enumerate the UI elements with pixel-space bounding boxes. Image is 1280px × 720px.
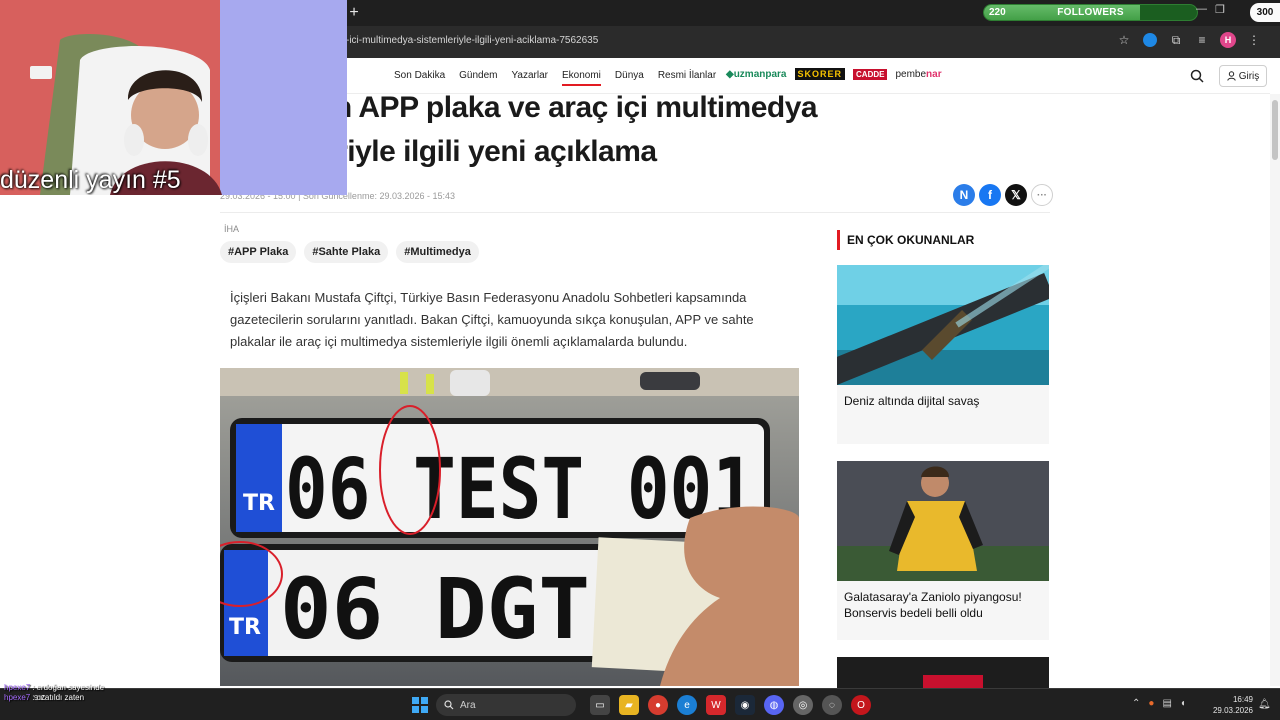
opera-icon[interactable]: O (851, 695, 871, 715)
brand-pembenar[interactable]: pembenar (895, 69, 941, 80)
clock-time: 16:49 (1232, 695, 1253, 704)
window-controls: — ❐ (1196, 3, 1225, 16)
tag-chip[interactable]: #APP Plaka (220, 241, 297, 263)
screen: + 220 FOLLOWERS — ❐ 300 -ici-multimedya-… (0, 0, 1280, 720)
sidebar-card[interactable] (837, 657, 1049, 688)
plate2-text: 06 DGT (280, 560, 590, 658)
nav-link[interactable]: Ekonomi (562, 70, 601, 86)
chrome-icon[interactable]: ● (648, 695, 668, 715)
system-tray: ⌃ ● ▤ ◖ (1132, 698, 1186, 709)
extension-blue-icon[interactable] (1142, 32, 1158, 48)
article-lead: İçişleri Bakanı Mustafa Çiftçi, Türkiye … (230, 290, 754, 349)
partner-brands: ◆uzmanpara SKORER CADDE pembenar (726, 68, 942, 80)
plate1-text: 06 TEST 001 (285, 440, 755, 538)
card-caption: Deniz altında dijital savaş (844, 394, 980, 408)
steam-icon[interactable]: ◉ (735, 695, 755, 715)
nav-link[interactable]: Gündem (459, 70, 497, 86)
google-news-icon[interactable]: N (953, 184, 975, 206)
share-buttons: N f 𝕏 ··· (953, 184, 1053, 206)
weather-temp: 9°C (34, 695, 46, 702)
task-view-icon[interactable]: ▭ (590, 695, 610, 715)
chat-username: hpexe7 (4, 693, 31, 702)
undersea-cable-image (837, 265, 1049, 385)
nav-link[interactable]: Yazarlar (512, 70, 549, 86)
new-tab-button[interactable]: + (346, 4, 362, 22)
nav-links: Son Dakika Gündem Yazarlar Ekonomi Dünya Resm… (394, 70, 716, 86)
login-button[interactable]: Giriş (1219, 65, 1267, 87)
search-icon[interactable] (1189, 68, 1205, 84)
obs-icon[interactable]: ◎ (793, 695, 813, 715)
stream-chat-overlay: hpexe7: erdoğan sayesinde hpexe7: uzatıldı … (4, 683, 104, 703)
browser-menu-icon[interactable]: ⋮ (1246, 32, 1262, 48)
sidebar-heading: EN ÇOK OKUNANLAR (837, 230, 974, 250)
brand-skorer[interactable]: SKORER (794, 68, 846, 80)
extensions-puzzle-icon[interactable]: ⧉ (1168, 32, 1184, 48)
chat-message: hpexe7: uzatıldı zaten (4, 693, 104, 703)
chat-username: hpexe7 (4, 683, 31, 692)
network-icon[interactable]: ▤ (1162, 698, 1171, 709)
article-source: İHA (224, 224, 240, 234)
app-icon[interactable]: ◌ (822, 695, 842, 715)
edge-icon[interactable]: e (677, 695, 697, 715)
brand-uzmanpara[interactable]: ◆uzmanpara (726, 69, 787, 80)
url-text[interactable]: -ici-multimedya-sistemleriyle-ilgili-yen… (346, 35, 598, 46)
brand-cadde[interactable]: CADDE (853, 68, 888, 80)
login-label: Giriş (1238, 70, 1260, 82)
card-image (837, 657, 1049, 688)
article-tags: #APP Plaka #Sahte Plaka #Multimedya (220, 241, 479, 263)
card-image (837, 265, 1049, 385)
windows-start-icon[interactable] (412, 697, 428, 713)
taskbar-apps: ▭ ▰ ● e W ◉ ◍ ◎ ◌ O (590, 695, 871, 715)
nav-link[interactable]: Resmi İlanlar (658, 70, 716, 86)
user-icon (1227, 71, 1236, 81)
file-explorer-icon[interactable]: ▰ (619, 695, 639, 715)
followers-goal-bar: 220 FOLLOWERS (983, 4, 1198, 21)
wps-office-icon[interactable]: W (706, 695, 726, 715)
chevron-up-icon[interactable]: ⌃ (1132, 698, 1140, 709)
webcam-overlay: düzenli yayın #5 (0, 0, 347, 195)
minimize-icon[interactable]: — (1196, 3, 1207, 16)
windows-taskbar: Ara ▭ ▰ ● e W ◉ ◍ ◎ ◌ O ⌃ ● ▤ ◖ 16:49 29… (0, 688, 1280, 720)
reading-list-icon[interactable]: ≡ (1194, 32, 1210, 48)
card-image (837, 461, 1049, 581)
taskbar-search[interactable]: Ara (436, 694, 576, 716)
card-caption: Galatasaray'a Zaniolo piyangosu! Bonserv… (844, 590, 1022, 620)
browser-toolbar: ☆ ⧉ ≡ H ⋮ (1116, 32, 1262, 48)
footballer-image (837, 461, 1049, 581)
article-photo: TR 06 TEST 001 TR 06 DGT (220, 368, 799, 686)
taskbar-clock[interactable]: 16:49 29.03.2026 (1209, 694, 1253, 716)
search-icon (444, 700, 454, 710)
license-plates-photo: TR 06 TEST 001 TR 06 DGT (220, 368, 799, 686)
plate2-country: TR (229, 615, 261, 640)
discord-icon[interactable]: ◍ (764, 695, 784, 715)
followers-label: FOLLOWERS (1057, 7, 1124, 18)
page-scrollbar[interactable] (1270, 94, 1280, 686)
followers-goal-value: 300 (1250, 3, 1280, 22)
webcam-caption: düzenli yayın #5 (0, 166, 181, 194)
notification-bell-icon[interactable]: 🔔︎ (1258, 699, 1271, 710)
scrollbar-thumb[interactable] (1272, 100, 1278, 160)
tag-chip[interactable]: #Multimedya (396, 241, 479, 263)
volume-icon[interactable]: ◖ (1180, 698, 1186, 709)
maximize-icon[interactable]: ❐ (1215, 3, 1225, 16)
chat-text: erdoğan sayesinde (36, 683, 105, 692)
profile-avatar[interactable]: H (1220, 32, 1236, 48)
nav-link[interactable]: Dünya (615, 70, 644, 86)
sidebar-card[interactable]: Galatasaray'a Zaniolo piyangosu! Bonserv… (837, 461, 1049, 640)
clock-date: 29.03.2026 (1212, 706, 1253, 715)
more-share-icon[interactable]: ··· (1031, 184, 1053, 206)
chat-separator: : (32, 683, 35, 692)
bookmark-star-icon[interactable]: ☆ (1116, 32, 1132, 48)
sidebar-card[interactable]: Deniz altında dijital savaş (837, 265, 1049, 444)
facebook-icon[interactable]: f (979, 184, 1001, 206)
divider (220, 212, 1050, 213)
x-twitter-icon[interactable]: 𝕏 (1005, 184, 1027, 206)
plate1-country: TR (243, 491, 275, 516)
nav-link[interactable]: Son Dakika (394, 70, 445, 86)
tag-chip[interactable]: #Sahte Plaka (304, 241, 389, 263)
taskbar-search-label: Ara (460, 699, 476, 711)
microphone-icon[interactable]: ● (1148, 698, 1154, 709)
chat-message: hpexe7: erdoğan sayesinde (4, 683, 104, 693)
